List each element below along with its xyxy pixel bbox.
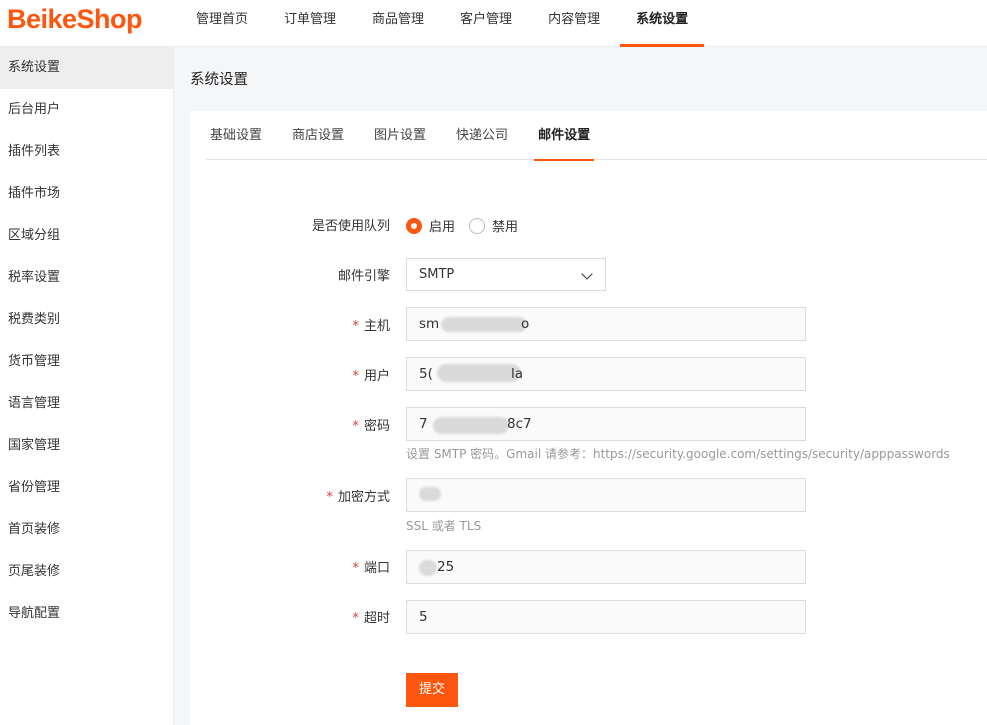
timeout-input[interactable]: 5	[406, 600, 806, 634]
engine-select-value: SMTP	[419, 267, 455, 282]
password-value-start: 7	[419, 416, 428, 432]
engine-select[interactable]: SMTP	[406, 258, 606, 291]
port-label: * 端口	[352, 561, 390, 576]
timeout-value: 5	[419, 609, 428, 625]
topnav-content[interactable]: 内容管理	[532, 0, 616, 47]
required-asterisk: *	[352, 419, 359, 434]
topnav-orders[interactable]: 订单管理	[268, 0, 352, 47]
redacted-blur	[419, 487, 441, 501]
queue-enable-radio[interactable]: 启用	[406, 216, 455, 235]
encryption-input[interactable]	[406, 478, 806, 512]
sidebar-item-admin-users[interactable]: 后台用户	[0, 89, 173, 131]
radio-unchecked-icon	[469, 217, 486, 234]
topnav-customers[interactable]: 客户管理	[444, 0, 528, 47]
password-input[interactable]: 7 8c7	[406, 407, 806, 441]
password-label: * 密码	[352, 419, 390, 434]
host-value-end: o	[521, 316, 530, 332]
queue-label: 是否使用队列	[311, 219, 390, 234]
user-value-start: 5(	[419, 366, 433, 382]
port-input[interactable]: 25	[406, 550, 806, 584]
sidebar-item-system-settings[interactable]: 系统设置	[0, 47, 173, 89]
brand-logo[interactable]: BeikeShop	[7, 4, 143, 35]
sidebar-item-home-design[interactable]: 首页装修	[0, 509, 173, 551]
required-asterisk: *	[352, 611, 359, 626]
queue-disable-label: 禁用	[492, 220, 519, 235]
queue-disable-radio[interactable]: 禁用	[469, 216, 518, 235]
user-value-end: la	[511, 366, 524, 382]
port-value-end: 25	[437, 559, 455, 575]
host-label: * 主机	[352, 319, 390, 334]
redacted-blur	[433, 417, 509, 434]
redacted-blur	[437, 364, 521, 382]
chevron-down-icon	[581, 268, 593, 280]
required-asterisk: *	[352, 319, 359, 334]
top-header: BeikeShop 管理首页 订单管理 商品管理 客户管理 内容管理 系统设置	[0, 0, 987, 47]
top-nav: 管理首页 订单管理 商品管理 客户管理 内容管理 系统设置	[180, 0, 708, 47]
sidebar-item-languages[interactable]: 语言管理	[0, 383, 173, 425]
tab-basic-settings[interactable]: 基础设置	[206, 111, 266, 160]
tab-express-companies[interactable]: 快递公司	[452, 111, 512, 160]
required-asterisk: *	[326, 490, 333, 505]
sidebar-item-tax-rates[interactable]: 税率设置	[0, 257, 173, 299]
tab-mail-settings[interactable]: 邮件设置	[534, 111, 595, 161]
password-value-end: 8c7	[507, 416, 532, 432]
timeout-label: * 超时	[352, 611, 390, 626]
encryption-help-text: SSL 或者 TLS	[406, 519, 482, 533]
required-asterisk: *	[352, 369, 359, 384]
queue-radio-group: 启用 禁用	[406, 216, 532, 235]
sidebar-item-tax-classes[interactable]: 税费类别	[0, 299, 173, 341]
engine-label: 邮件引擎	[337, 269, 390, 284]
sidebar-item-plugin-list[interactable]: 插件列表	[0, 131, 173, 173]
sidebar-item-provinces[interactable]: 省份管理	[0, 467, 173, 509]
sidebar-item-region-groups[interactable]: 区域分组	[0, 215, 173, 257]
redacted-blur	[419, 560, 437, 576]
topnav-products[interactable]: 商品管理	[356, 0, 440, 47]
password-help-text: 设置 SMTP 密码。Gmail 请参考：https://security.go…	[406, 447, 950, 461]
required-asterisk: *	[352, 561, 359, 576]
sidebar-item-plugin-market[interactable]: 插件市场	[0, 173, 173, 215]
user-input[interactable]: 5( la	[406, 357, 806, 391]
user-label: * 用户	[352, 369, 390, 384]
page-title: 系统设置	[190, 72, 248, 88]
settings-card: 基础设置 商店设置 图片设置 快递公司 邮件设置 是否使用队列 启用 禁用 邮件…	[190, 111, 987, 725]
radio-checked-icon	[406, 217, 422, 234]
topnav-dashboard[interactable]: 管理首页	[180, 0, 264, 47]
submit-button[interactable]: 提交	[406, 673, 458, 707]
topnav-settings[interactable]: 系统设置	[620, 0, 705, 47]
tab-store-settings[interactable]: 商店设置	[288, 111, 348, 160]
settings-tabs: 基础设置 商店设置 图片设置 快递公司 邮件设置	[206, 111, 987, 161]
sidebar-item-countries[interactable]: 国家管理	[0, 425, 173, 467]
host-value-start: sm	[419, 316, 440, 332]
host-input[interactable]: sm o	[406, 307, 806, 341]
encryption-label: * 加密方式	[326, 490, 390, 505]
sidebar: 系统设置 后台用户 插件列表 插件市场 区域分组 税率设置 税费类别 货币管理 …	[0, 47, 174, 725]
redacted-blur	[441, 317, 527, 332]
tab-image-settings[interactable]: 图片设置	[370, 111, 430, 160]
sidebar-item-currencies[interactable]: 货币管理	[0, 341, 173, 383]
sidebar-item-footer-design[interactable]: 页尾装修	[0, 551, 173, 593]
sidebar-item-nav-config[interactable]: 导航配置	[0, 593, 173, 635]
queue-enable-label: 启用	[429, 220, 456, 235]
